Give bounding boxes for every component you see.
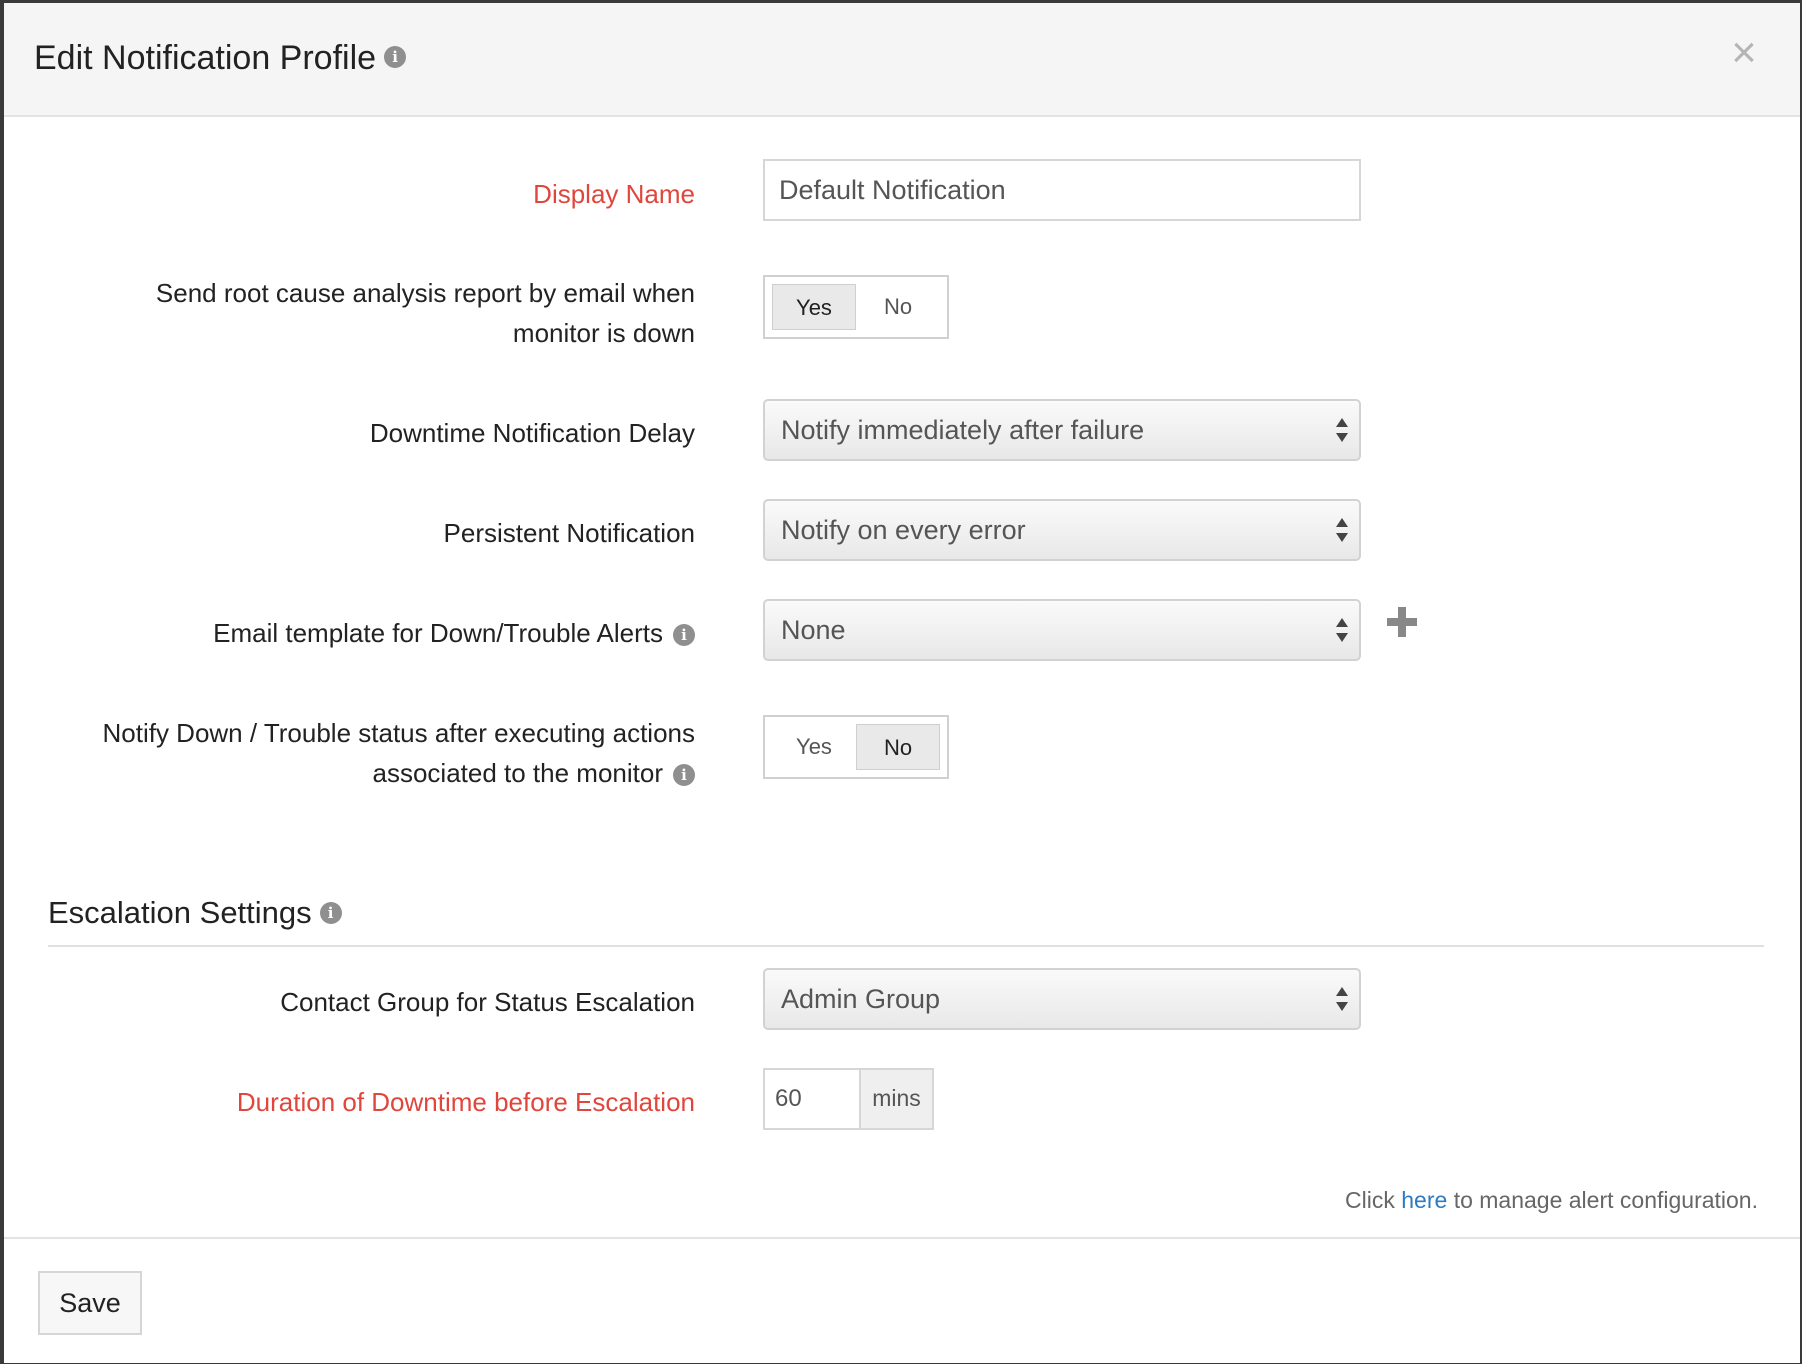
email-template-select[interactable]: None — [763, 599, 1361, 661]
section-divider — [48, 945, 1764, 947]
display-name-input[interactable]: Default Notification — [763, 159, 1361, 221]
duration-label: Duration of Downtime before Escalation — [236, 1087, 695, 1117]
updown-arrows-icon — [1336, 618, 1348, 642]
contact-group-value: Admin Group — [781, 984, 941, 1014]
dialog-footer: Save — [4, 1237, 1800, 1363]
alert-config-footnote: Click here to manage alert configuration… — [1345, 1187, 1758, 1214]
info-icon[interactable]: i — [384, 46, 407, 69]
close-icon[interactable]: × — [1722, 31, 1766, 75]
notify-after-actions-no-option[interactable]: No — [856, 724, 940, 770]
escalation-section-title: Escalation Settings i — [48, 895, 342, 931]
notification-profile-dialog: Edit Notification Profile i × Display Nam… — [0, 0, 1802, 1364]
downtime-delay-label: Downtime Notification Delay — [369, 418, 695, 448]
persistent-notification-value: Notify on every error — [781, 515, 1026, 545]
rca-report-label-line1: Send root cause analysis report by email… — [155, 278, 695, 308]
contact-group-label: Contact Group for Status Escalation — [280, 987, 695, 1017]
downtime-delay-select[interactable]: Notify immediately after failure — [763, 399, 1361, 461]
downtime-delay-value: Notify immediately after failure — [781, 415, 1145, 445]
dialog-title-text: Edit Notification Profile — [34, 39, 377, 77]
rca-report-label: Send root cause analysis report by email… — [156, 273, 695, 353]
notify-after-actions-label-line1: Notify Down / Trouble status after execu… — [102, 718, 695, 748]
plus-icon[interactable] — [1387, 607, 1417, 637]
email-template-value: None — [781, 615, 846, 645]
manage-alert-config-link[interactable]: here — [1401, 1187, 1447, 1213]
info-icon[interactable]: i — [673, 764, 695, 787]
updown-arrows-icon — [1336, 418, 1348, 442]
email-template-label: Email template for Down/Trouble Alerts i — [213, 613, 695, 653]
persistent-notification-select[interactable]: Notify on every error — [763, 499, 1361, 561]
rca-report-no-option[interactable]: No — [856, 284, 940, 330]
notify-after-actions-yes-option[interactable]: Yes — [772, 724, 856, 770]
footnote-prefix: Click — [1345, 1187, 1395, 1213]
info-icon[interactable]: i — [319, 901, 342, 924]
rca-report-yes-option[interactable]: Yes — [772, 284, 856, 330]
duration-input[interactable]: 60 — [763, 1068, 859, 1130]
footnote-suffix: to manage alert configuration. — [1453, 1187, 1758, 1213]
contact-group-select[interactable]: Admin Group — [763, 968, 1361, 1030]
duration-unit: mins — [859, 1068, 934, 1130]
notify-after-actions-label-line2: associated to the monitor — [372, 758, 664, 788]
email-template-label-text: Email template for Down/Trouble Alerts — [213, 618, 663, 648]
updown-arrows-icon — [1336, 518, 1348, 542]
notify-after-actions-toggle: Yes No — [763, 715, 949, 779]
display-name-label: Display Name — [533, 179, 695, 209]
persistent-notification-label: Persistent Notification — [443, 518, 695, 548]
dialog-title: Edit Notification Profile i — [34, 39, 407, 78]
rca-report-toggle: Yes No — [763, 275, 949, 339]
save-button[interactable]: Save — [38, 1271, 142, 1335]
info-icon[interactable]: i — [673, 624, 695, 647]
dialog-header: Edit Notification Profile i × — [4, 3, 1800, 117]
updown-arrows-icon — [1336, 987, 1348, 1011]
notify-after-actions-label: Notify Down / Trouble status after execu… — [102, 713, 695, 793]
rca-report-label-line2: monitor is down — [512, 318, 695, 348]
escalation-section-title-text: Escalation Settings — [48, 895, 312, 930]
